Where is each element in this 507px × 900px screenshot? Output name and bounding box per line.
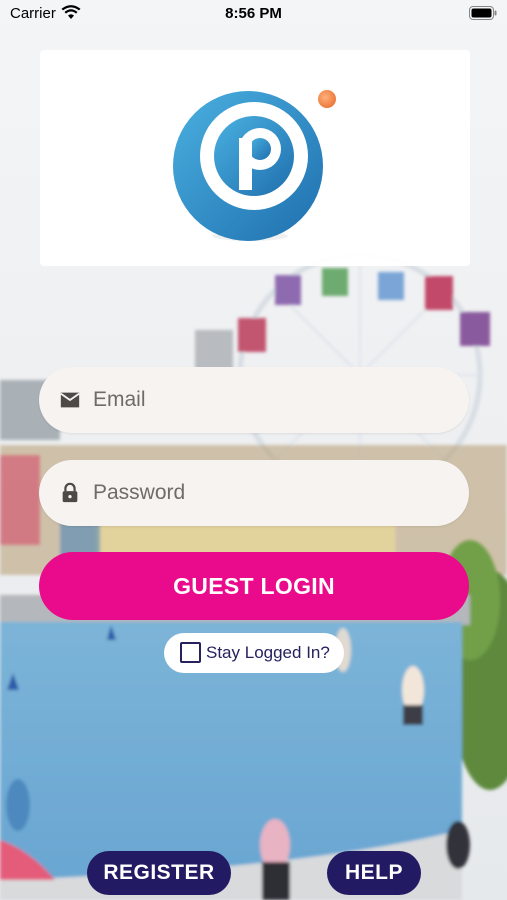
password-input[interactable]: [93, 460, 453, 526]
stay-logged-in-checkbox[interactable]: [180, 642, 201, 663]
clock: 8:56 PM: [225, 5, 282, 22]
password-field[interactable]: [39, 460, 469, 526]
login-screen: Carrier 8:56 PM Email GUEST LOGIN Stay L…: [0, 0, 507, 900]
guest-login-button[interactable]: GUEST LOGIN: [39, 552, 469, 620]
email-input[interactable]: [93, 367, 453, 433]
lock-icon: [62, 482, 78, 503]
status-bar: Carrier 8:56 PM: [0, 0, 507, 28]
app-logo: [173, 90, 336, 241]
battery-icon: [469, 6, 497, 20]
register-button[interactable]: REGISTER: [87, 851, 231, 895]
stay-logged-in-toggle[interactable]: Stay Logged In?: [164, 633, 344, 673]
logo-card: [40, 50, 470, 266]
stay-logged-in-label: Stay Logged In?: [206, 643, 330, 662]
envelope-icon: [60, 392, 80, 408]
email-field[interactable]: [39, 367, 469, 433]
help-button[interactable]: HELP: [327, 851, 421, 895]
